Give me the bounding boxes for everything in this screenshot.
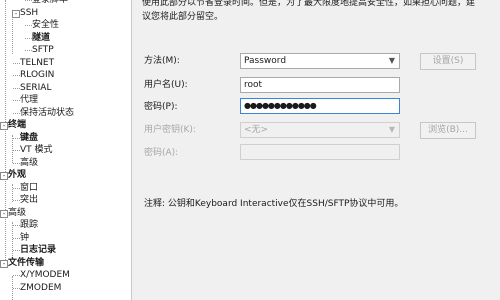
tree-item[interactable]: 终端: [8, 119, 26, 131]
chevron-down-icon: ▼: [388, 56, 396, 65]
category-tree: 登录脚本 SSH - 安全性 隧道 SFTP TELNET RLOGIN SERIAL 代理 保持活…: [0, 0, 132, 300]
tree-connector: [25, 38, 32, 39]
tree-item[interactable]: 窗口: [20, 182, 38, 194]
note-text: 注释: 公钥和Keyboard Interactive仅在SSH/SFTP协议中…: [144, 199, 404, 209]
tree-item-label: 键盘: [20, 133, 39, 143]
tree-connector: [13, 88, 20, 89]
collapse-toggle-icon[interactable]: -: [12, 10, 20, 18]
tree-connector: [25, 50, 32, 51]
collapse-toggle-icon[interactable]: -: [0, 210, 8, 218]
tree-item[interactable]: 保持活动状态: [20, 107, 74, 119]
tree-item[interactable]: ZMODEM: [20, 282, 61, 294]
tree-item[interactable]: SFTP: [32, 44, 54, 56]
collapse-toggle-icon[interactable]: -: [0, 260, 8, 268]
user-key-value: <无>: [244, 125, 269, 135]
tree-connector: [13, 188, 20, 189]
tree-connector: [13, 163, 20, 164]
tree-item-label: 文件传输: [8, 258, 45, 268]
tree-item-label: TELNET: [20, 58, 55, 68]
tree-connector: [13, 113, 20, 114]
username-label: 用户名(U):: [144, 80, 188, 90]
tree-item-label: 代理: [20, 95, 39, 105]
authentication-panel: 使用此部分以节省登录时间。但是，为了最大限度地提高安全性，如果担心问题，建 议您…: [132, 0, 500, 300]
tree-connector: [13, 138, 20, 139]
tree-guide-line: [12, 135, 13, 163]
tree-item[interactable]: 跟踪: [20, 219, 38, 231]
tree-item[interactable]: 高级: [8, 207, 26, 219]
tree-item[interactable]: TELNET: [20, 57, 54, 69]
tree-guide-line: [5, 0, 6, 268]
tree-item-label: 钟: [20, 233, 30, 243]
tree-connector: [13, 75, 20, 76]
tree-item[interactable]: SERIAL: [20, 82, 51, 94]
tree-item[interactable]: 键盘: [20, 132, 38, 144]
tree-item-label: 登录脚本: [32, 0, 69, 5]
tree-item[interactable]: 外观: [8, 169, 26, 181]
tree-item-label: SSH: [20, 8, 39, 18]
tree-item-label: 终端: [8, 120, 27, 130]
tree-item[interactable]: 钟: [20, 232, 29, 244]
user-key-label: 用户密钥(K):: [144, 125, 196, 135]
tree-item-label: ZMODEM: [20, 283, 62, 293]
password-input[interactable]: ●●●●●●●●●●●●: [240, 98, 400, 114]
tree-item-label: X/YMODEM: [20, 270, 70, 280]
tree-connector: [25, 0, 32, 1]
tree-item[interactable]: 日志记录: [20, 244, 56, 256]
method-select[interactable]: Password ▼: [240, 53, 400, 69]
password-label: 密码(P):: [144, 102, 178, 112]
tree-connector: [13, 150, 20, 151]
tree-connector: [13, 275, 20, 276]
method-label: 方法(M):: [144, 56, 180, 66]
tree-item-label: 日志记录: [20, 245, 57, 255]
tree-connector: [13, 100, 20, 101]
tree-item-label: 跟踪: [20, 220, 39, 230]
settings-button[interactable]: 设置(S): [420, 53, 476, 70]
tree-item[interactable]: 安全性: [32, 19, 59, 31]
tree-item[interactable]: 文件传输: [8, 257, 44, 269]
tree-connector: [13, 63, 20, 64]
tree-connector: [13, 225, 20, 226]
tree-item[interactable]: 高级: [20, 157, 38, 169]
panel-description: 使用此部分以节省登录时间。但是，为了最大限度地提高安全性，如果担心问题，建: [142, 0, 476, 8]
tree-connector: [13, 238, 20, 239]
tree-item[interactable]: X/YMODEM: [20, 269, 70, 281]
tree-item-label: 安全性: [32, 20, 60, 30]
tree-item[interactable]: 代理: [20, 94, 38, 106]
collapse-toggle-icon[interactable]: -: [0, 122, 8, 130]
tree-item-label: 高级: [20, 158, 39, 168]
tree-guide-line: [12, 222, 13, 258]
tree-connector: [13, 288, 20, 289]
user-key-select[interactable]: <无> ▼: [240, 122, 400, 138]
tree-item[interactable]: VT 模式: [20, 144, 53, 156]
chevron-down-icon: ▼: [388, 125, 396, 134]
tree-item-label: SERIAL: [20, 83, 52, 93]
tree-item[interactable]: 隧道: [32, 32, 50, 44]
tree-item[interactable]: RLOGIN: [20, 69, 54, 81]
browse-button[interactable]: 浏览(B)...: [420, 122, 476, 139]
method-value: Password: [244, 56, 287, 66]
tree-item-label: 隧道: [32, 33, 51, 43]
tree-item-label: 保持活动状态: [20, 108, 75, 118]
tree-item-label: 窗口: [20, 183, 39, 193]
passphrase-input[interactable]: [240, 144, 400, 160]
tree-connector: [13, 200, 20, 201]
tree-item-label: SFTP: [32, 45, 54, 55]
username-input[interactable]: root: [240, 77, 400, 93]
tree-item-label: 外观: [8, 170, 27, 180]
tree-item[interactable]: SSH: [20, 7, 38, 19]
panel-description-cont: 议您将此部分留空。: [142, 12, 224, 22]
tree-item-label: VT 模式: [20, 145, 53, 155]
tree-item-label: RLOGIN: [20, 70, 55, 80]
tree-item[interactable]: 登录脚本: [32, 0, 68, 6]
tree-item-label: 突出: [20, 195, 39, 205]
collapse-toggle-icon[interactable]: -: [0, 172, 8, 180]
tree-connector: [25, 25, 32, 26]
tree-connector: [13, 250, 20, 251]
tree-item[interactable]: 突出: [20, 194, 38, 206]
tree-item-label: 高级: [8, 208, 27, 218]
passphrase-label: 密码(A):: [144, 148, 179, 158]
